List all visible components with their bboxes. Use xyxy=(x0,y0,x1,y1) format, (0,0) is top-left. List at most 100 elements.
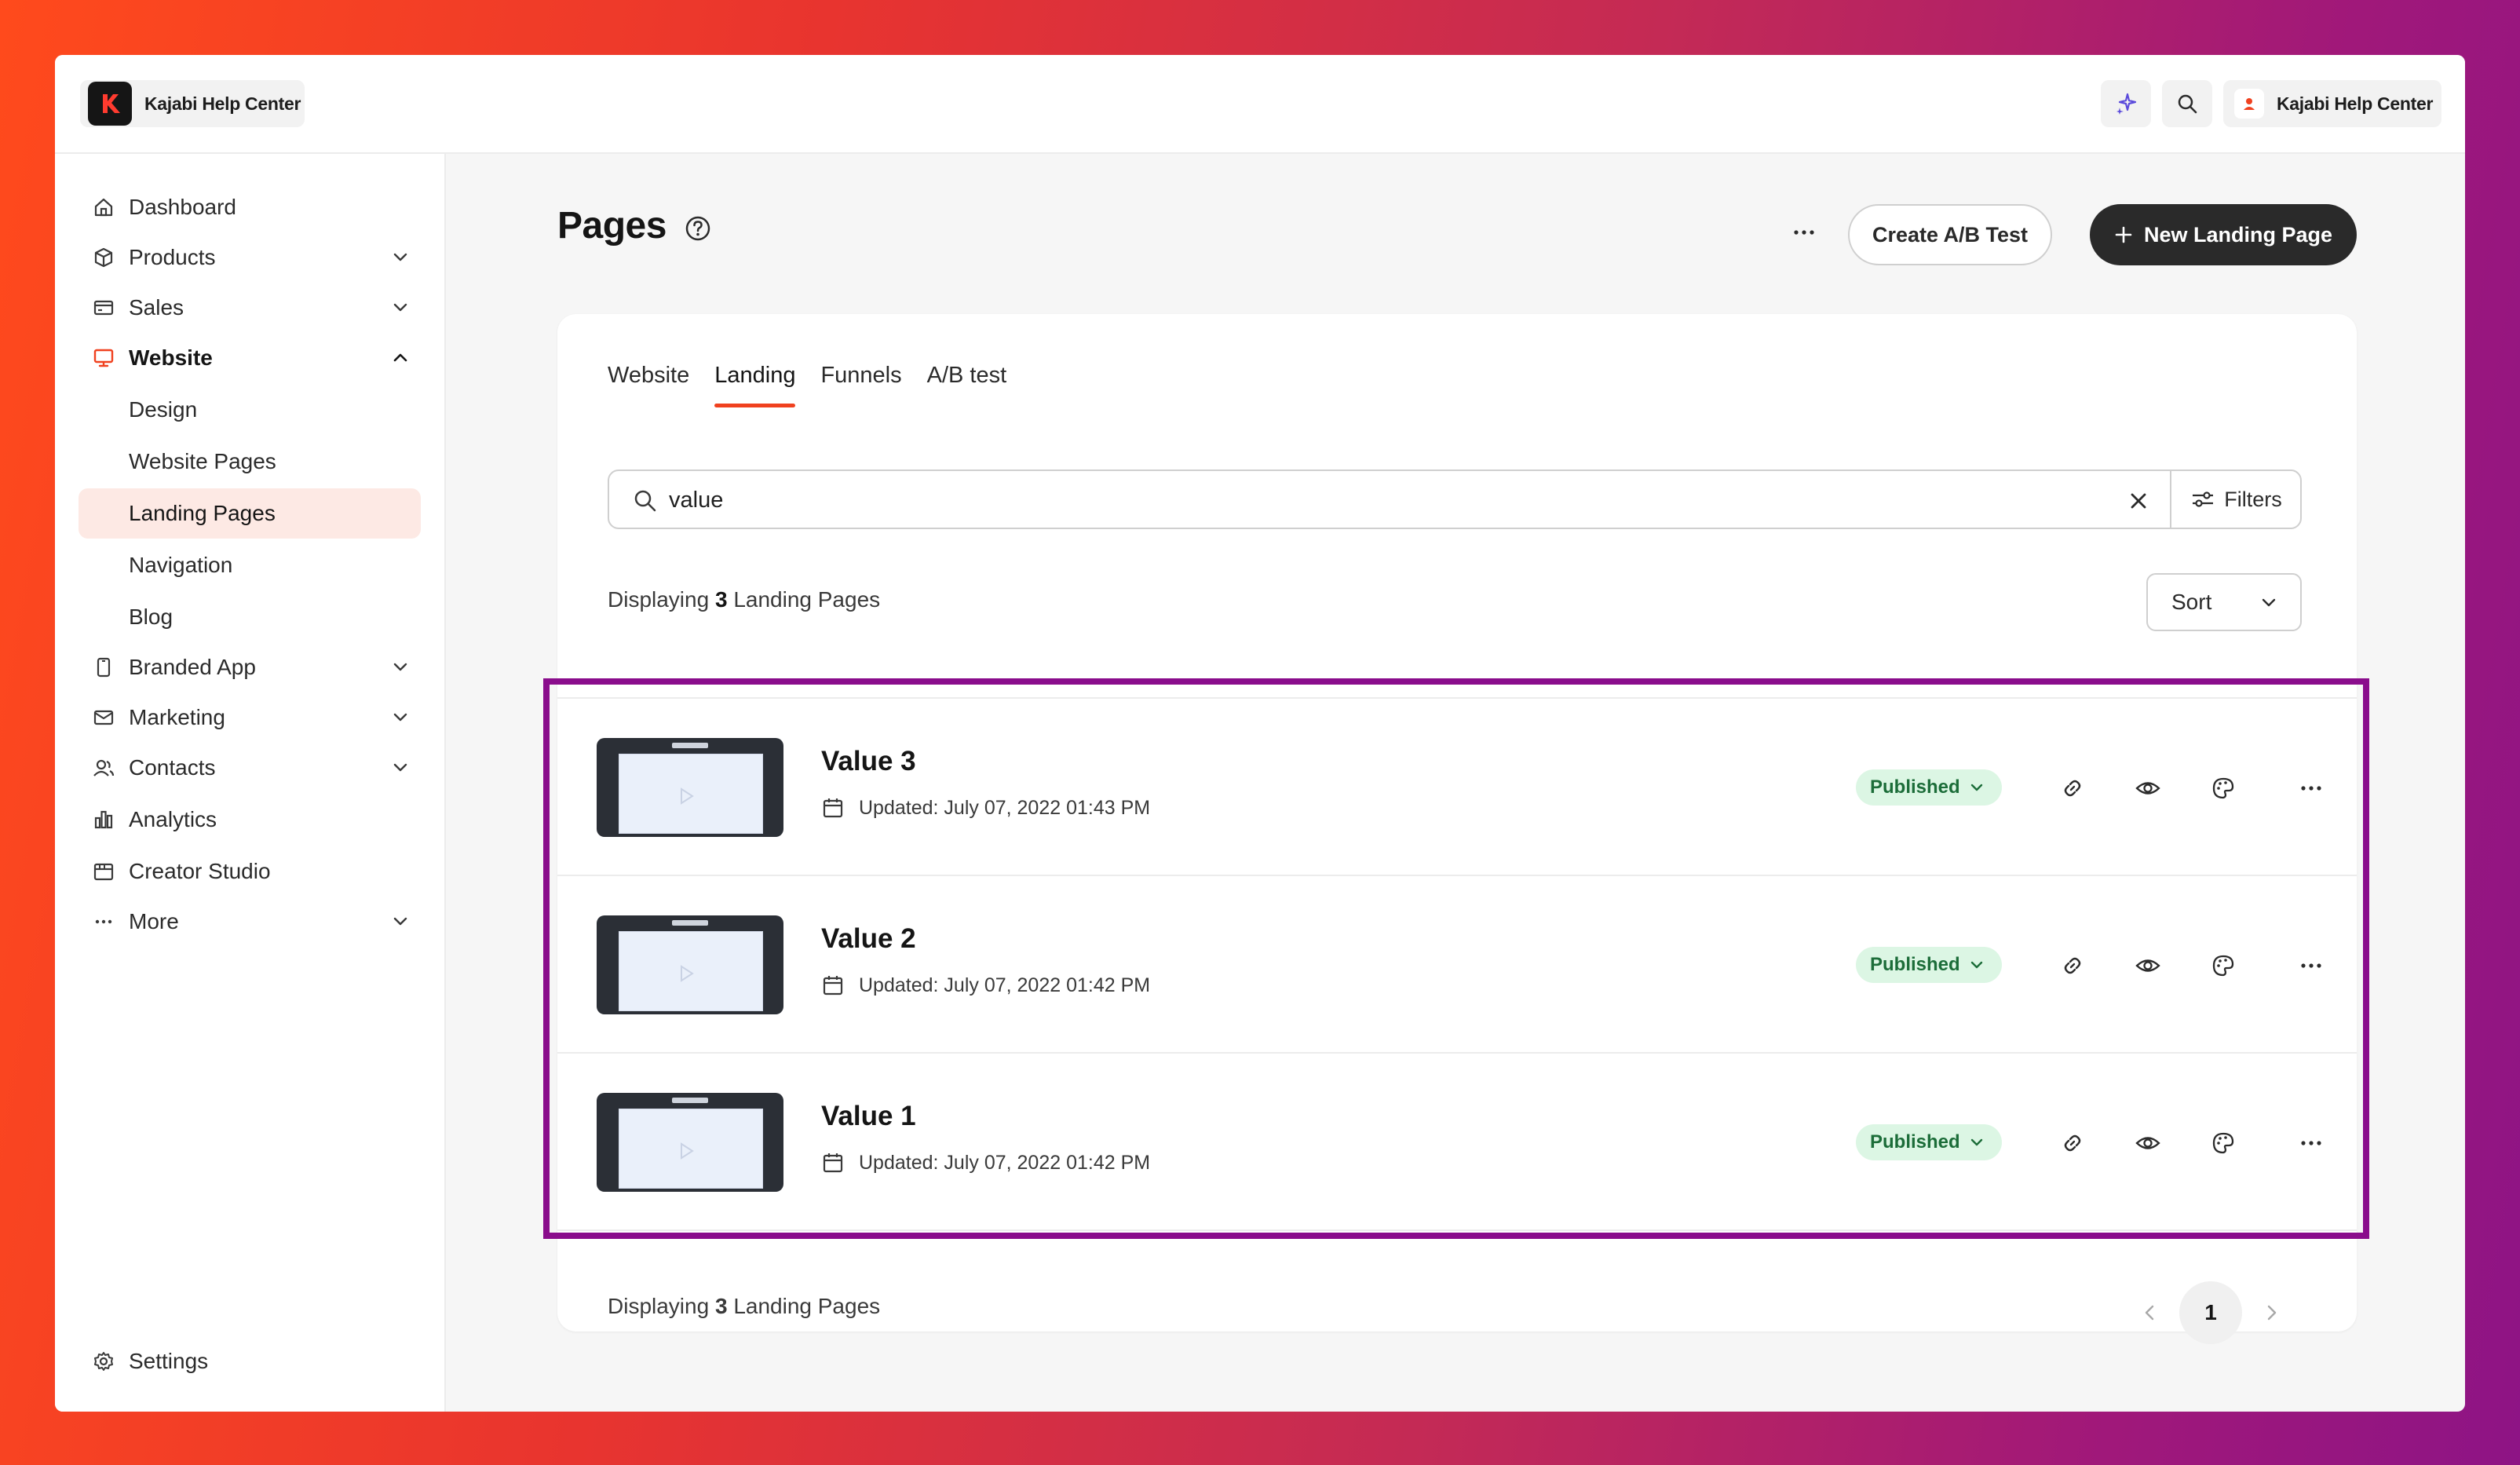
results-count-footer: Displaying 3 Landing Pages xyxy=(608,1294,880,1319)
previous-page-button[interactable] xyxy=(2134,1297,2165,1328)
thumbnail-title-bar xyxy=(672,1098,708,1103)
landing-pages-list: Value 3 Updated: July 07, 2022 01:43 PM … xyxy=(557,697,2357,1231)
more-horizontal-icon xyxy=(2301,963,2321,968)
sliders-icon xyxy=(2193,491,2214,507)
sidebar-item-label: Design xyxy=(129,397,198,422)
calendar-icon xyxy=(823,1153,843,1173)
sidebar-item-label: Website Pages xyxy=(129,449,276,473)
results-suffix: Landing Pages xyxy=(733,587,881,612)
list-item[interactable]: Value 1 Updated: July 07, 2022 01:42 PM … xyxy=(557,1054,2357,1231)
page-thumbnail[interactable] xyxy=(597,1093,783,1192)
sidebar-item-label: Analytics xyxy=(129,807,217,831)
sidebar-item-more[interactable]: More xyxy=(79,897,421,947)
eye-icon xyxy=(2135,782,2160,795)
sidebar-item-website-pages[interactable]: Website Pages xyxy=(79,437,421,487)
page-more-button[interactable] xyxy=(1782,210,1826,254)
chevron-up-icon xyxy=(393,353,407,362)
pages-card: Website Landing Funnels A/B test value F… xyxy=(557,314,2357,1344)
sidebar-item-contacts[interactable]: Contacts xyxy=(79,743,421,793)
page-name[interactable]: Value 1 xyxy=(821,1101,916,1132)
sidebar-item-marketing[interactable]: Marketing xyxy=(79,692,421,743)
sidebar-item-products[interactable]: Products xyxy=(79,232,421,283)
chevron-left-icon xyxy=(2145,1305,2154,1321)
dots-icon xyxy=(91,909,116,934)
eye-icon xyxy=(2135,959,2160,972)
search-bar: Filters xyxy=(608,469,2302,529)
monitor-icon xyxy=(91,345,116,371)
preview-button[interactable] xyxy=(2131,948,2165,983)
copy-link-button[interactable] xyxy=(2055,1126,2090,1160)
sidebar-item-sales[interactable]: Sales xyxy=(79,283,421,333)
brand-switcher[interactable]: Kajabi Help Center xyxy=(80,80,305,127)
sidebar-item-landing-pages[interactable]: Landing Pages xyxy=(79,488,421,539)
chevron-down-icon xyxy=(1970,961,1982,969)
updated-text: Updated: July 07, 2022 01:42 PM xyxy=(859,974,1151,996)
next-page-button[interactable] xyxy=(2256,1297,2288,1328)
list-item[interactable]: Value 3 Updated: July 07, 2022 01:43 PM … xyxy=(557,699,2357,876)
copy-link-button[interactable] xyxy=(2055,948,2090,983)
sidebar-item-website[interactable]: Website xyxy=(79,333,421,383)
top-bar: Kajabi Help Center Kajabi Help Center xyxy=(55,55,2465,154)
page-name[interactable]: Value 2 xyxy=(821,923,916,955)
row-more-button[interactable] xyxy=(2294,771,2328,806)
status-label: Published xyxy=(1870,776,1960,798)
sidebar-item-analytics[interactable]: Analytics xyxy=(79,795,421,845)
page-thumbnail[interactable] xyxy=(597,738,783,837)
page-name[interactable]: Value 3 xyxy=(821,746,916,777)
status-badge[interactable]: Published xyxy=(1856,1124,2002,1160)
thumbnail-title-bar xyxy=(672,920,708,926)
user-name: Kajabi Help Center xyxy=(2277,93,2434,114)
sidebar-item-branded-app[interactable]: Branded App xyxy=(79,642,421,692)
tab-bar: Website Landing Funnels A/B test xyxy=(608,363,1006,407)
page-title: Pages xyxy=(557,205,667,247)
customize-button[interactable] xyxy=(2206,771,2241,806)
search-input[interactable] xyxy=(669,480,2082,520)
ai-assistant-button[interactable] xyxy=(2101,80,2151,127)
sidebar-item-label: Landing Pages xyxy=(129,501,276,525)
chevron-down-icon xyxy=(393,763,407,772)
sidebar-item-creator-studio[interactable]: Creator Studio xyxy=(79,846,421,897)
customize-button[interactable] xyxy=(2206,948,2241,983)
status-badge[interactable]: Published xyxy=(1856,769,2002,806)
create-ab-test-button[interactable]: Create A/B Test xyxy=(1848,204,2052,265)
chevron-down-icon xyxy=(1970,1138,1982,1146)
new-landing-page-button[interactable]: New Landing Page xyxy=(2090,204,2357,265)
play-icon xyxy=(681,1142,694,1160)
people-icon xyxy=(91,755,116,780)
sidebar-item-dashboard[interactable]: Dashboard xyxy=(79,182,421,232)
sidebar-item-navigation[interactable]: Navigation xyxy=(79,540,421,590)
tab-funnels[interactable]: Funnels xyxy=(820,363,901,407)
app-window: Kajabi Help Center Kajabi Help Center Da… xyxy=(55,55,2465,1412)
preview-button[interactable] xyxy=(2131,1126,2165,1160)
user-menu[interactable]: Kajabi Help Center xyxy=(2223,80,2441,127)
filters-button[interactable]: Filters xyxy=(2170,471,2302,528)
copy-link-button[interactable] xyxy=(2055,771,2090,806)
sort-label: Sort xyxy=(2171,590,2212,614)
close-icon[interactable] xyxy=(2126,488,2151,513)
preview-button[interactable] xyxy=(2131,771,2165,806)
results-suffix: Landing Pages xyxy=(733,1294,881,1318)
sidebar-item-label: Navigation xyxy=(129,553,233,577)
tab-ab-test[interactable]: A/B test xyxy=(927,363,1007,407)
page-number-button[interactable]: 1 xyxy=(2179,1281,2242,1344)
more-horizontal-icon xyxy=(1794,230,1814,235)
customize-button[interactable] xyxy=(2206,1126,2241,1160)
help-icon[interactable] xyxy=(685,215,711,242)
tab-website[interactable]: Website xyxy=(608,363,689,407)
calendar-icon xyxy=(91,859,116,884)
gear-icon xyxy=(91,1349,116,1374)
sidebar-item-design[interactable]: Design xyxy=(79,385,421,435)
row-more-button[interactable] xyxy=(2294,1126,2328,1160)
status-badge[interactable]: Published xyxy=(1856,947,2002,983)
chevron-down-icon xyxy=(393,663,407,671)
list-item[interactable]: Value 2 Updated: July 07, 2022 01:42 PM … xyxy=(557,876,2357,1054)
sidebar-item-settings[interactable]: Settings xyxy=(79,1336,421,1386)
search-button[interactable] xyxy=(2162,80,2212,127)
home-icon xyxy=(91,195,116,220)
tab-landing[interactable]: Landing xyxy=(714,363,796,407)
sidebar-item-blog[interactable]: Blog xyxy=(79,592,421,642)
row-more-button[interactable] xyxy=(2294,948,2328,983)
sort-dropdown[interactable]: Sort xyxy=(2146,573,2302,631)
chevron-down-icon xyxy=(393,917,407,926)
page-thumbnail[interactable] xyxy=(597,915,783,1014)
